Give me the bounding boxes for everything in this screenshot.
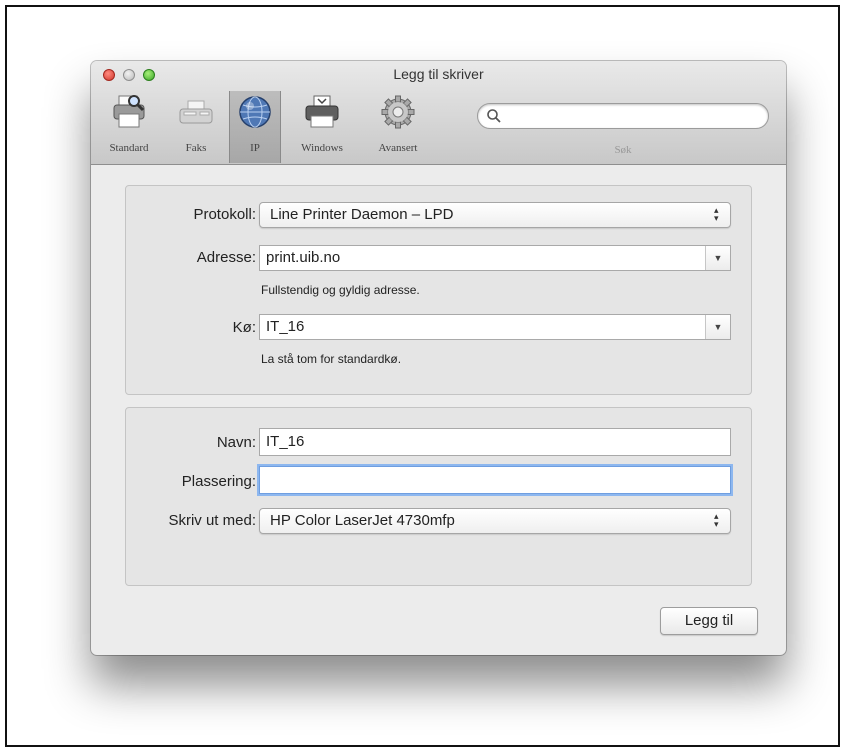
name-value: IT_16 (266, 433, 305, 450)
address-value: print.uib.no (266, 249, 341, 266)
toolbar-item-windows[interactable]: Windows (287, 91, 357, 161)
address-combo[interactable]: print.uib.no ▼ (259, 245, 731, 271)
window-toolbar: Legg til skriver Standard Faks IP Window… (91, 61, 786, 165)
chevron-down-icon[interactable]: ▼ (705, 315, 730, 339)
toolbar-item-label: Faks (185, 142, 207, 154)
name-field[interactable]: IT_16 (259, 428, 731, 456)
up-down-arrows-icon: ▴ ▾ (714, 205, 719, 223)
protocol-popup[interactable]: Line Printer Daemon – LPD ▴ ▾ (259, 202, 731, 228)
gear-icon (381, 95, 415, 129)
toolbar-item-faks[interactable]: Faks (169, 91, 223, 161)
toolbar-item-label: Avansert (378, 142, 418, 154)
search-field[interactable] (477, 103, 769, 129)
window-title: Legg til skriver (393, 66, 484, 82)
toolbar-item-label: Windows (301, 142, 343, 154)
driver-label: Skriv ut med: (168, 512, 256, 529)
queue-combo[interactable]: IT_16 ▼ (259, 314, 731, 340)
address-hint: Fullstendig og gyldig adresse. (261, 283, 420, 297)
add-button[interactable]: Legg til (660, 607, 758, 635)
search-label: Søk (614, 144, 632, 156)
windows-printer-icon (305, 95, 339, 128)
name-label: Navn: (216, 434, 256, 451)
location-field[interactable] (259, 466, 731, 494)
globe-icon (239, 96, 271, 128)
location-label: Plassering: (181, 473, 256, 490)
fax-icon (179, 100, 213, 124)
printer-magnifier-icon (113, 95, 145, 128)
address-label: Adresse: (196, 249, 256, 266)
chevron-down-icon[interactable]: ▼ (705, 246, 730, 270)
protocol-value: Line Printer Daemon – LPD (270, 206, 454, 223)
protocol-label: Protokoll: (193, 206, 256, 223)
toolbar-item-label: IP (250, 142, 260, 154)
screenshot-frame: Legg til skriver Standard Faks IP Window… (5, 5, 840, 747)
toolbar-item-label: Standard (109, 142, 149, 154)
search-icon (487, 109, 501, 123)
driver-popup[interactable]: HP Color LaserJet 4730mfp ▴ ▾ (259, 508, 731, 534)
toolbar-item-avansert[interactable]: Avansert (361, 91, 435, 161)
queue-label: Kø: (232, 319, 256, 336)
toolbar-item-standard[interactable]: Standard (93, 91, 165, 161)
add-printer-window: Legg til skriver Standard Faks IP Window… (91, 61, 786, 655)
driver-value: HP Color LaserJet 4730mfp (270, 512, 455, 529)
up-down-arrows-icon: ▴ ▾ (714, 511, 719, 529)
queue-hint: La stå tom for standardkø. (261, 352, 402, 366)
queue-value: IT_16 (266, 318, 305, 335)
toolbar-item-ip[interactable]: IP (229, 91, 281, 163)
